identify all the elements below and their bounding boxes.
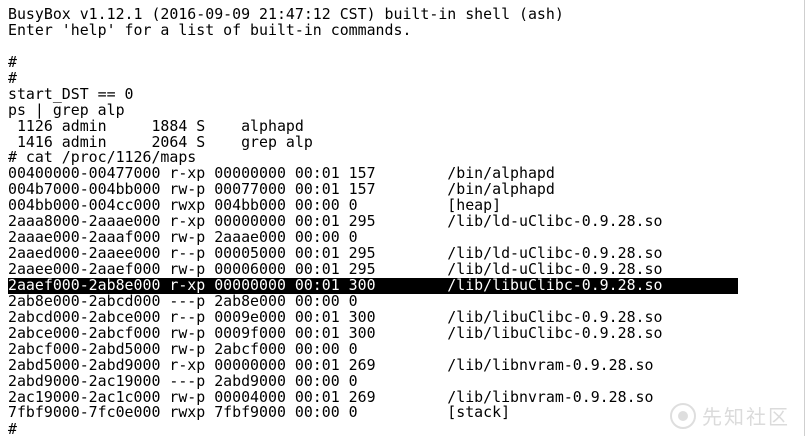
terminal-window[interactable]: BusyBox v1.12.1 (2016-09-09 21:47:12 CST… (0, 0, 805, 436)
terminal-output: BusyBox v1.12.1 (2016-09-09 21:47:12 CST… (8, 6, 738, 422)
xianzhi-logo-icon (670, 402, 696, 429)
terminal-line: Enter 'help' for a list of built-in comm… (8, 20, 412, 39)
shell-prompt[interactable]: # (8, 422, 17, 436)
terminal-line: # (8, 52, 17, 71)
watermark: 先知社区 (670, 401, 790, 430)
watermark-text: 先知社区 (702, 405, 790, 429)
terminal-line: 7fbf9000-7fc0e000 rwxp 7fbf9000 00:00 0 … (8, 403, 511, 422)
